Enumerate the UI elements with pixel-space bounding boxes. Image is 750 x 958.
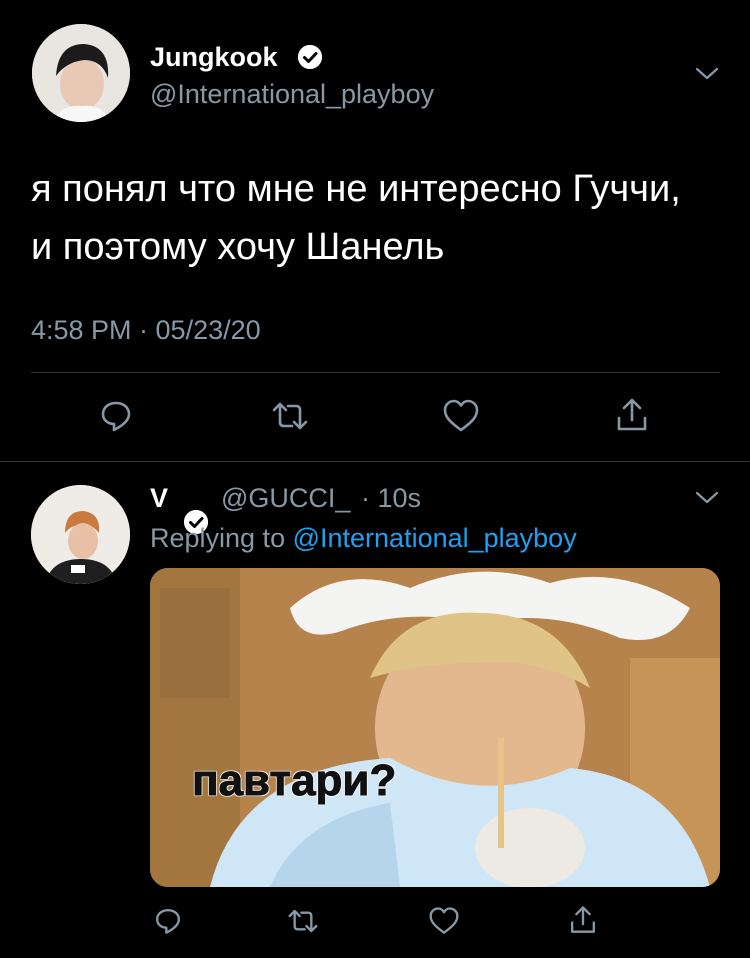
replying-to-handle[interactable]: @International_playboy xyxy=(293,523,577,553)
tweet-separator xyxy=(0,461,750,462)
tweet-main: Jungkook @International_playboy я понял … xyxy=(0,0,750,432)
media-image xyxy=(150,568,720,887)
user-handle[interactable]: @International_playboy xyxy=(150,78,434,110)
chevron-down-icon[interactable] xyxy=(694,490,720,506)
divider xyxy=(31,372,720,373)
share-icon xyxy=(617,398,647,431)
retweet-icon xyxy=(288,909,318,933)
reply-icon xyxy=(156,909,180,934)
like-button[interactable] xyxy=(428,906,460,936)
reply-button[interactable] xyxy=(153,906,183,936)
share-icon xyxy=(571,906,595,933)
display-name[interactable]: Jungkook xyxy=(150,41,278,73)
display-name[interactable]: V xyxy=(150,482,168,514)
tweet-text-line-1: я понял что мне не интересно Гуччи, xyxy=(31,168,681,210)
verified-badge-icon xyxy=(298,45,322,69)
chevron-down-icon[interactable] xyxy=(694,66,720,82)
tweet-timestamp[interactable]: 4:58 PM · 05/23/20 xyxy=(31,314,261,346)
tweet-media[interactable]: павтари? xyxy=(150,568,720,887)
reply-icon xyxy=(101,401,131,432)
retweet-icon xyxy=(272,402,308,430)
like-button[interactable] xyxy=(442,398,480,434)
reply-button[interactable] xyxy=(98,398,134,434)
retweet-button[interactable] xyxy=(286,906,320,936)
media-caption: павтари? xyxy=(191,756,397,806)
avatar-jungkook[interactable] xyxy=(32,24,130,122)
tweet-text-line-2: и поэтому хочу Шанель xyxy=(31,226,445,268)
like-icon xyxy=(443,399,479,432)
user-handle[interactable]: @GUCCI_ xyxy=(221,482,350,514)
avatar-image xyxy=(31,485,130,584)
replying-to-label: Replying to xyxy=(150,523,286,553)
like-icon xyxy=(429,907,459,934)
replying-to: Replying to @International_playboy xyxy=(150,522,577,554)
tweet-time[interactable]: · 10s xyxy=(361,482,421,514)
share-button[interactable] xyxy=(568,904,598,936)
avatar-image xyxy=(32,24,130,122)
share-button[interactable] xyxy=(614,396,650,434)
retweet-button[interactable] xyxy=(270,398,310,434)
avatar-v[interactable] xyxy=(31,485,130,584)
